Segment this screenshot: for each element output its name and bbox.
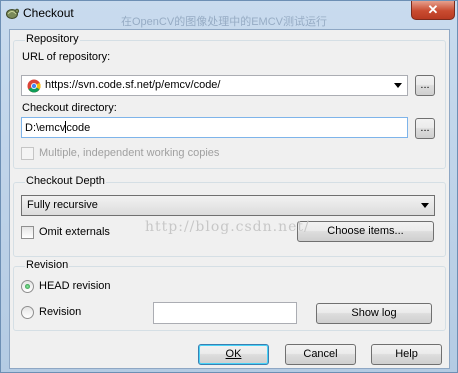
head-revision-label: HEAD revision (39, 280, 111, 292)
directory-browse-button[interactable]: ... (415, 118, 435, 139)
revision-group-title: Revision (25, 259, 70, 271)
checkout-directory-label: Checkout directory: (22, 102, 117, 114)
title-bar[interactable]: Checkout 在OpenCV的图像处理中的EMCV测试运行 ✕ (1, 1, 457, 28)
checkout-directory-input[interactable]: D:\emcvcode (21, 117, 408, 138)
revision-number-input[interactable] (153, 302, 297, 324)
dialog-client-area: Repository URL of repository: https://sv… (9, 29, 450, 369)
watermark-text: http://blog.csdn.net/ (145, 219, 310, 235)
cancel-button[interactable]: Cancel (285, 344, 356, 365)
depth-dropdown[interactable]: Fully recursive (21, 195, 435, 216)
chevron-down-icon[interactable] (421, 203, 429, 208)
multiple-working-copies-label: Multiple, independent working copies (39, 147, 220, 159)
multiple-working-copies-checkbox[interactable] (21, 147, 34, 160)
url-label: URL of repository: (22, 51, 111, 63)
url-browse-button[interactable]: ... (415, 75, 435, 96)
tortoisesvn-app-icon (6, 8, 19, 19)
repository-group-title: Repository (25, 33, 80, 45)
url-combobox[interactable]: https://svn.code.sf.net/p/emcv/code/ (21, 75, 408, 96)
help-button[interactable]: Help (371, 344, 442, 365)
show-log-button[interactable]: Show log (316, 303, 432, 324)
repository-group: Repository URL of repository: https://sv… (13, 33, 446, 169)
omit-externals-checkbox[interactable] (21, 226, 34, 239)
choose-items-button[interactable]: Choose items... (297, 221, 434, 242)
revision-group: Revision HEAD revision Revision Show log (13, 259, 446, 331)
radio-selected-dot (25, 284, 30, 289)
checkout-dialog: Checkout 在OpenCV的图像处理中的EMCV测试运行 ✕ Reposi… (0, 0, 458, 373)
ok-button-label: OK (225, 348, 242, 360)
specific-revision-radio[interactable] (21, 306, 34, 319)
head-revision-radio[interactable] (21, 280, 34, 293)
ok-button[interactable]: OK (198, 344, 269, 365)
window-title: Checkout (23, 6, 74, 20)
depth-selected-value: Fully recursive (27, 199, 98, 211)
checkout-directory-value-start: D:\emcv (25, 122, 66, 134)
background-window-title: 在OpenCV的图像处理中的EMCV测试运行 (121, 16, 327, 28)
url-value: https://svn.code.sf.net/p/emcv/code/ (45, 79, 221, 91)
chrome-icon (27, 79, 41, 93)
close-button[interactable]: ✕ (411, 1, 455, 20)
omit-externals-label: Omit externals (39, 226, 110, 238)
checkout-directory-value-end: code (66, 122, 91, 134)
chevron-down-icon[interactable] (394, 83, 402, 88)
checkout-depth-group-title: Checkout Depth (25, 175, 106, 187)
specific-revision-label: Revision (39, 306, 82, 318)
